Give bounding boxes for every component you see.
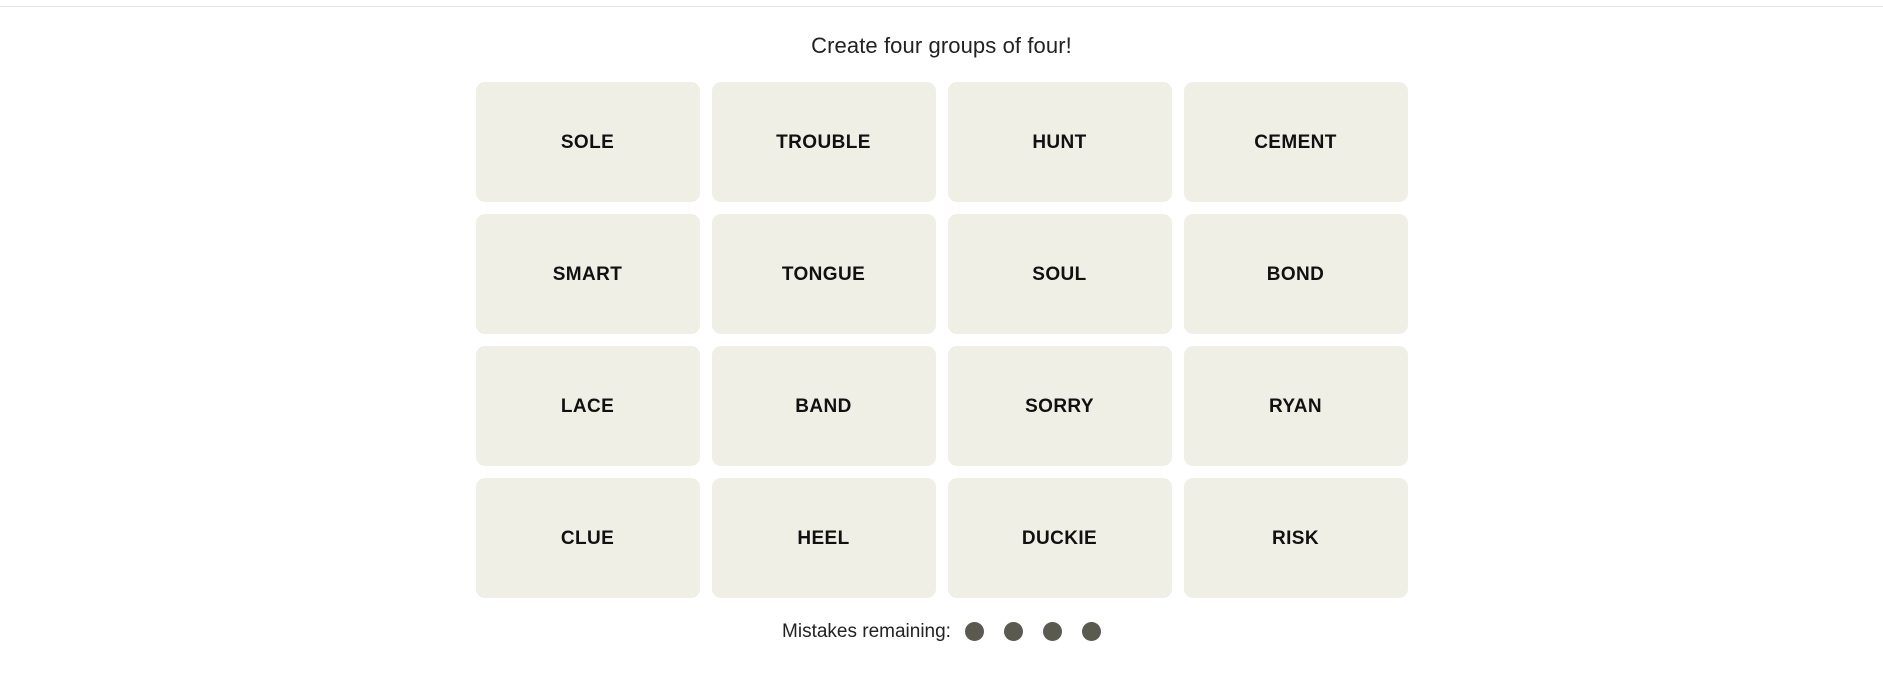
word-tile-bond[interactable]: BOND: [1183, 214, 1408, 334]
mistake-dots: [964, 622, 1101, 641]
word-tile-label: SOLE: [560, 131, 615, 153]
word-tile-ryan[interactable]: RYAN: [1183, 346, 1408, 466]
word-tile-tongue[interactable]: TONGUE: [711, 214, 936, 334]
mistake-dot-1: [964, 622, 984, 641]
word-tile-band[interactable]: BAND: [711, 346, 936, 466]
word-tile-cement[interactable]: CEMENT: [1183, 82, 1408, 202]
word-tile-trouble[interactable]: TROUBLE: [711, 82, 936, 202]
word-tile-label: HEEL: [797, 527, 850, 549]
page-title: Create four groups of four!: [811, 33, 1072, 58]
word-tile-sorry[interactable]: SORRY: [947, 346, 1172, 466]
mistake-dot-2: [1003, 622, 1023, 641]
mistake-dot-3: [1042, 622, 1062, 641]
connections-game: Create four groups of four! SOLE TROUBLE…: [0, 0, 1883, 689]
word-tile-label: BOND: [1266, 263, 1325, 285]
word-tile-clue[interactable]: CLUE: [475, 478, 700, 598]
word-tile-label: LACE: [560, 395, 615, 417]
mistake-dot-4: [1081, 622, 1101, 641]
mistakes-remaining: Mistakes remaining:: [782, 622, 1101, 641]
word-tile-heel[interactable]: HEEL: [711, 478, 936, 598]
page-root: Create four groups of four! SOLE TROUBLE…: [0, 0, 1883, 689]
word-tile-label: CLUE: [560, 527, 615, 549]
word-tile-label: DUCKIE: [1021, 527, 1098, 549]
word-tile-label: SOUL: [1032, 263, 1087, 285]
word-tile-hunt[interactable]: HUNT: [947, 82, 1172, 202]
word-tile-label: TONGUE: [781, 263, 866, 285]
word-tile-label: HUNT: [1032, 131, 1087, 153]
word-tile-lace[interactable]: LACE: [475, 346, 700, 466]
word-tile-duckie[interactable]: DUCKIE: [947, 478, 1172, 598]
mistakes-remaining-label: Mistakes remaining:: [782, 621, 951, 642]
word-tile-label: SMART: [552, 263, 623, 285]
word-tile-sole[interactable]: SOLE: [475, 82, 700, 202]
word-tile-label: SORRY: [1025, 395, 1094, 417]
word-tile-label: RYAN: [1269, 395, 1322, 417]
word-tile-smart[interactable]: SMART: [475, 214, 700, 334]
word-tile-grid: SOLE TROUBLE HUNT CEMENT SMART TONGUE SO…: [475, 82, 1408, 598]
word-tile-label: CEMENT: [1254, 131, 1337, 153]
word-tile-label: RISK: [1272, 527, 1319, 549]
word-tile-risk[interactable]: RISK: [1183, 478, 1408, 598]
word-tile-soul[interactable]: SOUL: [947, 214, 1172, 334]
word-tile-label: BAND: [795, 395, 852, 417]
word-tile-label: TROUBLE: [776, 131, 871, 153]
